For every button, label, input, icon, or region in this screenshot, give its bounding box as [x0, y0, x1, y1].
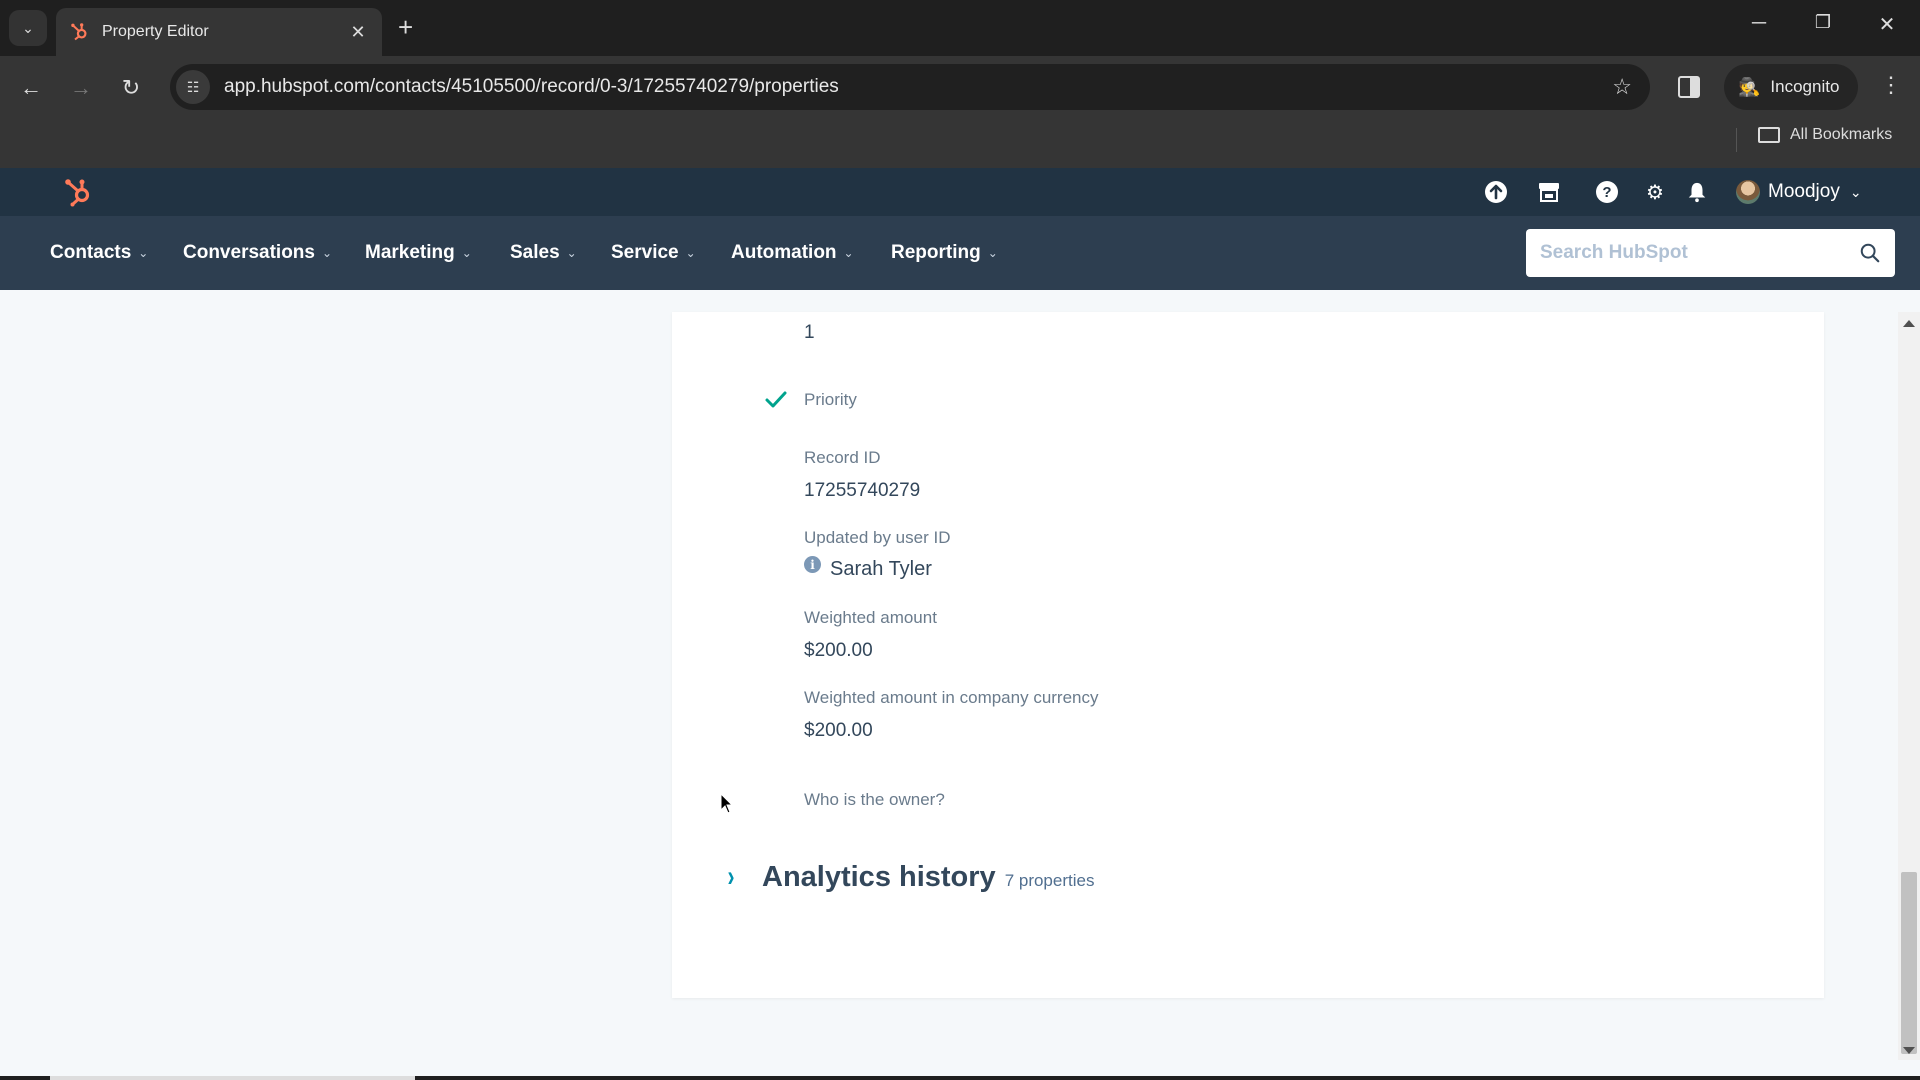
property-label: Weighted amount in company currency — [804, 688, 1099, 707]
browser-tab-active[interactable]: Property Editor ✕ — [56, 8, 382, 56]
bottom-strip — [0, 1076, 1920, 1080]
tab-title: Property Editor — [102, 23, 209, 40]
page-scrollbar[interactable] — [1898, 312, 1920, 1060]
all-bookmarks-label: All Bookmarks — [1790, 126, 1893, 143]
section-title: Analytics history — [762, 861, 996, 893]
kebab-icon[interactable]: ⋮ — [1880, 72, 1902, 98]
priority-row[interactable]: Priority — [764, 388, 857, 412]
nav-item-reporting[interactable]: Reporting ⌄ — [891, 242, 998, 264]
bottom-strip-segment — [50, 1076, 415, 1080]
chevron-down-icon: ⌄ — [321, 246, 333, 260]
browser-tab-strip: ⌄ Property Editor ✕ + ─ ❐ ✕ — [0, 0, 1920, 56]
property-value: $200.00 — [804, 640, 873, 661]
property-label: Record ID — [804, 448, 881, 467]
chevron-down-icon: ⌄ — [566, 246, 577, 260]
nav-label: Sales — [510, 242, 560, 263]
property-record-id: Record ID 17255740279 — [804, 448, 920, 502]
notifications-icon[interactable] — [1685, 180, 1709, 204]
reload-button[interactable]: ↻ — [116, 74, 146, 102]
chevron-down-icon: ⌄ — [461, 246, 472, 260]
nav-label: Reporting — [891, 242, 981, 263]
chevron-down-icon: ⌄ — [138, 246, 149, 260]
tab-close-icon[interactable]: ✕ — [348, 22, 368, 43]
window-close-button[interactable]: ✕ — [1864, 12, 1910, 37]
properties-card: 1 Priority Record ID 17255740279 Updated… — [672, 312, 1824, 998]
upgrade-icon[interactable] — [1484, 180, 1508, 204]
scroll-up-arrow-icon[interactable] — [1903, 320, 1915, 327]
settings-icon[interactable]: ⚙ — [1643, 180, 1667, 204]
svg-text:?: ? — [1602, 184, 1611, 201]
forward-button[interactable]: → — [66, 74, 96, 102]
property-weighted-amount-company-currency: Weighted amount in company currency $200… — [804, 688, 1099, 742]
user-name-value: Sarah Tyler — [830, 558, 932, 580]
nav-item-contacts[interactable]: Contacts ⌄ — [50, 242, 148, 264]
check-icon — [765, 391, 787, 408]
scroll-down-arrow-icon[interactable] — [1903, 1047, 1915, 1054]
chevron-down-icon: ⌄ — [1849, 183, 1862, 200]
back-button[interactable]: ← — [16, 74, 46, 102]
priority-label: Priority — [804, 390, 857, 409]
address-bar[interactable]: ☷ app.hubspot.com/contacts/45105500/reco… — [170, 64, 1650, 110]
property-label: Weighted amount — [804, 608, 937, 627]
property-label: Updated by user ID — [804, 528, 951, 547]
analytics-history-section-toggle[interactable]: › Analytics history 7 properties — [726, 860, 1095, 894]
nav-item-service[interactable]: Service ⌄ — [611, 242, 696, 264]
incognito-icon: 🕵 — [1738, 76, 1761, 97]
nav-label: Marketing — [365, 242, 455, 263]
restore-button[interactable]: ❐ — [1800, 12, 1846, 33]
tab-search-button[interactable]: ⌄ — [9, 10, 47, 46]
property-value[interactable]: i Sarah Tyler — [804, 556, 950, 581]
chevron-right-icon: › — [727, 860, 735, 893]
property-value: 17255740279 — [804, 480, 921, 501]
user-name: Moodjoy — [1768, 181, 1840, 202]
property-weighted-amount: Weighted amount $200.00 — [804, 608, 937, 662]
chevron-down-icon: ⌄ — [685, 246, 696, 260]
marketplace-icon[interactable] — [1537, 180, 1561, 204]
scrollbar-thumb[interactable] — [1901, 872, 1917, 1054]
nav-item-conversations[interactable]: Conversations ⌄ — [183, 242, 332, 264]
section-count: 7 properties — [1004, 871, 1095, 890]
hubspot-search[interactable] — [1526, 229, 1895, 277]
hubspot-main-nav: Contacts ⌄ Conversations ⌄ Marketing ⌄ Sale… — [0, 216, 1920, 290]
side-panel-icon[interactable] — [1678, 76, 1700, 98]
avatar — [1736, 180, 1760, 204]
nav-item-marketing[interactable]: Marketing ⌄ — [365, 242, 472, 264]
all-bookmarks-button[interactable]: All Bookmarks — [1758, 126, 1892, 144]
nav-label: Contacts — [50, 242, 132, 263]
incognito-badge[interactable]: 🕵 Incognito — [1724, 64, 1858, 110]
mouse-cursor-icon — [720, 793, 734, 814]
hubspot-logo-icon[interactable] — [62, 176, 96, 210]
browser-toolbar: ← → ↻ ☷ app.hubspot.com/contacts/4510550… — [0, 56, 1920, 120]
folder-icon — [1758, 127, 1780, 143]
nav-label: Service — [611, 242, 679, 263]
site-info-icon[interactable]: ☷ — [176, 70, 210, 104]
incognito-label: Incognito — [1770, 77, 1840, 96]
bookmarks-divider — [1736, 128, 1737, 152]
chevron-down-icon: ⌄ — [22, 19, 34, 36]
chevron-down-icon: ⌄ — [987, 246, 998, 260]
property-owner-question[interactable]: Who is the owner? — [804, 790, 945, 810]
url-text[interactable]: app.hubspot.com/contacts/45105500/record… — [224, 76, 1612, 98]
help-icon[interactable]: ? — [1595, 180, 1619, 204]
bookmarks-bar: All Bookmarks — [0, 120, 1920, 168]
chevron-down-icon: ⌄ — [843, 246, 854, 260]
property-updated-by: Updated by user ID i Sarah Tyler — [804, 528, 950, 581]
star-icon[interactable]: ☆ — [1612, 74, 1632, 100]
new-tab-button[interactable]: + — [398, 12, 413, 42]
nav-label: Conversations — [183, 242, 315, 263]
property-value: 1 — [804, 322, 815, 343]
nav-label: Automation — [731, 242, 837, 263]
nav-item-automation[interactable]: Automation ⌄ — [731, 242, 854, 264]
property-value: $200.00 — [804, 720, 873, 741]
search-icon[interactable] — [1859, 242, 1881, 264]
nav-item-sales[interactable]: Sales ⌄ — [510, 242, 577, 264]
hubspot-favicon-icon — [71, 23, 87, 41]
property-label: Who is the owner? — [804, 790, 945, 809]
user-menu[interactable]: Moodjoy ⌄ — [1736, 180, 1862, 204]
hubspot-top-bar: ? ⚙ Moodjoy ⌄ — [0, 168, 1920, 216]
info-icon[interactable]: i — [804, 556, 821, 573]
search-input[interactable] — [1540, 242, 1859, 264]
minimize-button[interactable]: ─ — [1736, 12, 1782, 35]
